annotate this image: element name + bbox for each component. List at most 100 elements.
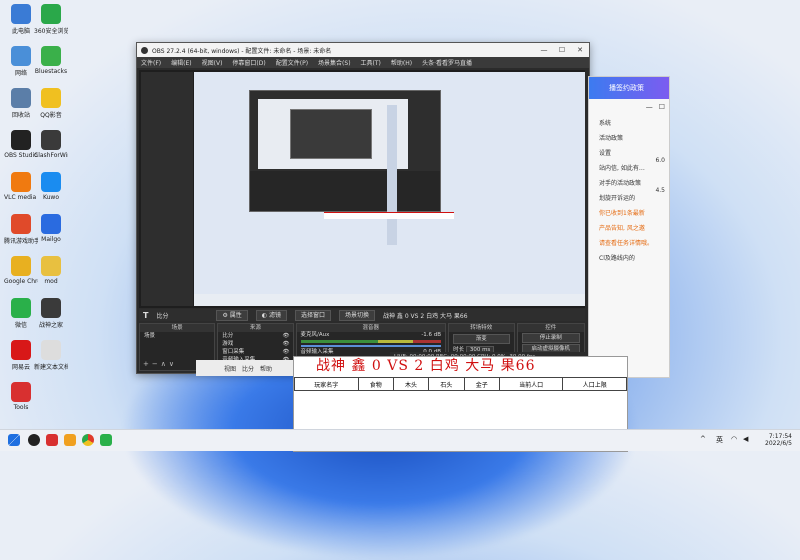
obs-title-bar[interactable]: OBS 27.2.4 (64-bit, windows) - 配置文件: 未命名… (137, 43, 589, 57)
app-icon (41, 298, 61, 318)
notice-text: 请查看任务详情哦。 (599, 240, 654, 247)
desktop-icon-label: 微信 (14, 322, 27, 329)
desktop-icon[interactable]: 微信 (4, 298, 38, 329)
obs-menu-item[interactable]: 头条·看看罗马直播 (422, 58, 472, 67)
desktop-icon-label: 战神之家 (38, 322, 63, 329)
desktop-icon-label: Mailgo (41, 236, 61, 243)
desktop-icon[interactable]: Tools (4, 382, 38, 411)
app-icon (41, 88, 61, 108)
desktop-icon[interactable]: Kuwo (34, 172, 68, 201)
start-icon[interactable] (8, 434, 20, 446)
obs-window-title: OBS 27.2.4 (64-bit, windows) - 配置文件: 未命名… (152, 47, 332, 55)
desktop-icon-label: 此电脑 (11, 28, 30, 35)
desktop-icon[interactable]: VLC media player (4, 172, 38, 201)
obs-taskbar-icon[interactable] (28, 434, 40, 446)
volume-icon[interactable]: ◀ (743, 435, 748, 443)
desktop-icon[interactable]: 网络 (4, 46, 38, 77)
game-taskbar-icon[interactable] (46, 434, 58, 446)
transition-type-select[interactable]: 渐变 (453, 334, 510, 344)
nested-taskbar (194, 294, 585, 306)
window-controls[interactable]: — ☐ (646, 103, 665, 111)
source-item[interactable]: 游戏 👁 (218, 340, 292, 348)
ime-lang-indicator[interactable]: 英 (716, 435, 723, 445)
app-icon (11, 4, 31, 24)
chrome-taskbar-icon[interactable] (82, 434, 94, 446)
obs-menu-item[interactable]: 场景集合(S) (318, 58, 351, 67)
desktop-icon[interactable]: OBS Studio (4, 130, 38, 159)
scenes-dock-title: 场景 (140, 324, 215, 332)
app-icon (41, 172, 61, 192)
desktop-icon[interactable]: ClashForWin (34, 130, 68, 159)
wechat-taskbar-icon[interactable] (100, 434, 112, 446)
desktop-icon[interactable]: mod (34, 256, 68, 285)
close-icon[interactable]: ✕ (571, 46, 589, 54)
score-menu-item[interactable]: 视图 (224, 364, 236, 373)
visibility-icon[interactable]: 👁 (283, 332, 290, 340)
scene-switch-button[interactable]: 场景切换 (338, 309, 375, 321)
app-icon (11, 88, 31, 108)
obs-menu-item[interactable]: 文件(F) (141, 58, 161, 67)
taskbar: ^ 英 ◠ ◀ 7:17:54 2022/6/5 (0, 429, 800, 451)
source-item[interactable]: 比分 👁 (218, 332, 292, 340)
obs-menu-item[interactable]: 工具(T) (361, 58, 381, 67)
volume-meter (300, 340, 442, 343)
notice-number: 4.5 (655, 187, 665, 194)
app-icon (11, 382, 31, 402)
desktop-icon-label: ClashForWin (34, 152, 68, 159)
desktop-icon-label: 新建文本文档 (34, 364, 68, 371)
desktop-icon[interactable]: 此电脑 (4, 4, 38, 35)
minimize-icon[interactable]: — (535, 46, 553, 54)
mixer-channel: 麦克风/Aux -1.6 dB (297, 332, 446, 347)
source-item[interactable]: 窗口采集 👁 (218, 348, 292, 356)
desktop-icon[interactable]: Bluestacks (34, 46, 68, 75)
desktop-icon[interactable]: Google Chrome (4, 256, 38, 285)
desktop-icon[interactable]: 新建文本文档 (34, 340, 68, 371)
select-window-button[interactable]: 选择窗口 (294, 309, 331, 321)
maximize-icon[interactable]: ☐ (659, 103, 665, 111)
filters-button[interactable]: ◐ 滤镜 (255, 309, 287, 321)
desktop-icon[interactable]: QQ影音 (34, 88, 68, 119)
player-table: 玩家名字 食物 木头 石头 金子 当前人口 人口上限 (294, 377, 627, 391)
chevron-up-icon[interactable]: ^ (700, 435, 706, 443)
desktop-icon[interactable]: 网易云 (4, 340, 38, 371)
obs-preview[interactable] (139, 70, 585, 308)
notice-text: 你已收到1条最新 (599, 210, 645, 217)
control-button[interactable]: 停止录制 (521, 333, 581, 343)
nested-obs-capture (249, 90, 441, 212)
obs-menu-item[interactable]: 配置文件(P) (276, 58, 308, 67)
visibility-icon[interactable]: 👁 (283, 340, 290, 348)
notice-text: 活动政策 (599, 135, 624, 142)
desktop-icon-label: Google Chrome (4, 278, 38, 285)
properties-button[interactable]: ⚙ 属性 (216, 309, 248, 321)
wifi-icon[interactable]: ◠ (731, 435, 737, 443)
visibility-icon[interactable]: 👁 (283, 348, 290, 356)
source-item-label: 游戏 (222, 341, 234, 347)
obs-menu-item[interactable]: 停靠窗口(D) (232, 58, 265, 67)
desktop-icon[interactable]: 360安全浏览器 (34, 4, 68, 35)
score-menu-item[interactable]: 比分 (242, 364, 254, 373)
desktop-icon-label: 360安全浏览器 (34, 28, 68, 35)
desktop-icon-label: QQ影音 (40, 112, 62, 119)
desktop-icon[interactable]: 腾讯游戏助手 (4, 214, 38, 245)
desktop-icon[interactable]: Mailgo (34, 214, 68, 243)
score-taskbar-icon[interactable] (64, 434, 76, 446)
selected-source-name: 比分 (156, 312, 169, 320)
obs-window[interactable]: OBS 27.2.4 (64-bit, windows) - 配置文件: 未命名… (136, 42, 590, 387)
obs-menu-item[interactable]: 帮助(H) (391, 58, 412, 67)
scene-item[interactable]: 场景 (140, 332, 214, 340)
filters-label: 滤镜 (268, 311, 281, 319)
clock[interactable]: 7:17:54 2022/6/5 (765, 433, 792, 447)
notice-text: 产品告知, 风之邀 (599, 225, 645, 232)
mixer-channel-name: 麦克风/Aux (300, 332, 330, 338)
minimize-icon[interactable]: — (646, 103, 653, 111)
desktop-icon[interactable]: 战神之家 (34, 298, 68, 329)
volume-slider[interactable] (300, 345, 442, 347)
app-icon (11, 256, 31, 276)
obs-menu-item[interactable]: 视图(V) (202, 58, 223, 67)
desktop-icon[interactable]: 回收站 (4, 88, 38, 119)
maximize-icon[interactable]: ☐ (553, 46, 571, 54)
score-menu-item[interactable]: 帮助 (260, 364, 272, 373)
scene-controls[interactable]: +−∧∨ (143, 360, 177, 368)
obs-menu-item[interactable]: 编辑(E) (171, 58, 191, 67)
background-app-window[interactable]: 播签约政策 — ☐ 系统 活动政策 设置 站内信, 如此有… 对手的活动政策 划旋开诉运的你… (588, 76, 670, 378)
